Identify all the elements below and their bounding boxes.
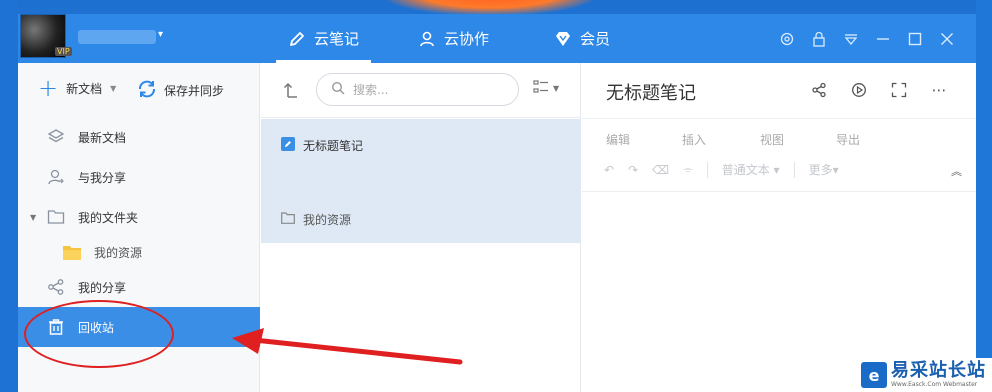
desktop-background-left xyxy=(0,0,18,392)
collapse-toolbar-icon[interactable]: ︽ xyxy=(951,163,962,179)
sidebar-item-my-resources[interactable]: 我的资源 xyxy=(18,232,260,272)
annotation-ellipse xyxy=(24,300,174,368)
sync-icon xyxy=(136,78,158,103)
format-painter-icon[interactable]: ⌯ xyxy=(683,162,693,177)
folder-outline-icon xyxy=(46,207,66,227)
sort-up-icon[interactable] xyxy=(281,80,301,100)
shared-user-icon xyxy=(46,167,66,187)
tab-membership[interactable]: 会员 xyxy=(554,14,610,63)
sidebar-item-shared-with-me[interactable]: 与我分享 xyxy=(18,157,260,197)
pencil-icon xyxy=(288,30,306,48)
lock-icon[interactable] xyxy=(810,30,828,48)
chevron-down-icon[interactable]: ▾ xyxy=(158,29,163,40)
desktop-background-right xyxy=(976,0,992,392)
new-document-label: 新文档 xyxy=(66,81,103,96)
tab-cloud-notes[interactable]: 云笔记 xyxy=(275,14,372,63)
search-box[interactable] xyxy=(316,73,519,106)
divider xyxy=(706,161,708,178)
list-view-icon xyxy=(533,80,549,97)
note-title-heading[interactable]: 无标题笔记 xyxy=(606,79,696,105)
tab-label: 云协作 xyxy=(444,30,490,48)
more-format-button[interactable]: 更多▾ xyxy=(809,161,839,178)
list-item-note[interactable]: 无标题笔记 xyxy=(281,137,363,154)
person-icon xyxy=(418,30,436,48)
divider xyxy=(793,161,795,178)
close-icon[interactable] xyxy=(938,30,956,48)
tab-label: 云笔记 xyxy=(314,30,360,48)
sidebar-item-recent[interactable]: 最新文档 xyxy=(18,117,260,157)
tab-label: 会员 xyxy=(580,30,611,48)
share-icon xyxy=(46,277,66,297)
save-sync-label: 保存并同步 xyxy=(164,84,225,98)
plus-icon: + xyxy=(38,74,59,102)
maximize-icon[interactable] xyxy=(906,30,924,48)
easck-logo-icon: e xyxy=(861,362,887,388)
menu-view[interactable]: 视图 xyxy=(760,131,784,148)
new-document-button[interactable]: + 新文档 ▼ xyxy=(38,74,116,102)
editor-actions: ⋯ xyxy=(810,81,948,99)
folder-title: 我的资源 xyxy=(303,213,352,227)
list-item-folder[interactable]: 我的资源 xyxy=(281,211,351,228)
menu-export[interactable]: 导出 xyxy=(836,131,860,148)
more-format-label: 更多 xyxy=(808,163,833,177)
minimize-icon[interactable] xyxy=(874,30,892,48)
eraser-icon[interactable]: ⌫ xyxy=(652,163,669,177)
diamond-icon xyxy=(554,30,572,48)
watermark-text: 易采站长站 Www.Easck.Com Webmaster xyxy=(891,361,986,389)
dropdown-icon[interactable] xyxy=(842,30,860,48)
save-sync-button[interactable]: 保存并同步 xyxy=(136,78,224,103)
expand-caret-icon[interactable]: ▼ xyxy=(30,213,36,222)
tab-cloud-collab[interactable]: 云协作 xyxy=(418,14,489,63)
more-icon[interactable]: ⋯ xyxy=(930,81,948,99)
vip-badge: VIP xyxy=(55,47,72,56)
list-body-selected: 无标题笔记 我的资源 xyxy=(261,119,581,243)
username-redacted[interactable] xyxy=(78,30,156,44)
note-title: 无标题笔记 xyxy=(303,139,364,153)
sidebar-item-label: 我的分享 xyxy=(78,280,127,295)
text-style-label: 普通文本 xyxy=(721,163,770,177)
sidebar-item-my-folders[interactable]: ▼ 我的文件夹 xyxy=(18,197,260,237)
menu-insert[interactable]: 插入 xyxy=(682,131,706,148)
chevron-down-icon: ▼ xyxy=(553,84,560,93)
undo-icon[interactable]: ↶ xyxy=(604,163,614,177)
settings-icon[interactable] xyxy=(778,30,796,48)
avatar[interactable]: VIP xyxy=(20,14,72,58)
folder-icon xyxy=(281,212,295,227)
annotation-arrow xyxy=(232,328,463,365)
redo-icon[interactable]: ↷ xyxy=(628,163,638,177)
sidebar-item-label: 最新文档 xyxy=(78,130,127,145)
layers-icon xyxy=(46,127,66,147)
editor-menu-bar: 编辑 插入 视图 导出 ↶ ↷ ⌫ ⌯ 普通文本 ▾ 更多▾ ︽ xyxy=(582,118,976,192)
note-icon xyxy=(281,137,295,154)
text-style-select[interactable]: 普通文本 ▾ xyxy=(722,161,780,178)
chevron-down-icon[interactable]: ▼ xyxy=(110,84,116,93)
folder-yellow-icon xyxy=(62,242,82,262)
search-input[interactable] xyxy=(353,82,493,97)
sidebar-item-label: 我的文件夹 xyxy=(78,210,139,225)
play-icon[interactable] xyxy=(850,81,868,99)
sidebar-item-label: 与我分享 xyxy=(78,170,127,185)
watermark-logo: e 易采站长站 Www.Easck.Com Webmaster xyxy=(857,358,992,392)
menu-edit[interactable]: 编辑 xyxy=(606,131,630,148)
editor-pane: 无标题笔记 ⋯ 编辑 插入 视图 导出 ↶ ↷ ⌫ ⌯ 普通文本 ▾ 更多▾ ︽ xyxy=(582,63,976,392)
watermark-main: 易采站长站 xyxy=(891,360,986,381)
title-bar: VIP ▾ 云笔记 云协作 会员 xyxy=(18,14,976,63)
view-mode-toggle[interactable]: ▼ xyxy=(533,80,559,97)
list-toolbar: ▼ xyxy=(261,63,581,118)
format-toolbar: ↶ ↷ ⌫ ⌯ 普通文本 ▾ 更多▾ xyxy=(604,161,839,178)
sidebar-item-my-shares[interactable]: 我的分享 xyxy=(18,267,260,307)
share-icon[interactable] xyxy=(810,81,828,99)
fullscreen-icon[interactable] xyxy=(890,81,908,99)
sidebar-item-label: 我的资源 xyxy=(94,245,143,260)
watermark-sub: Www.Easck.Com Webmaster xyxy=(891,381,978,388)
search-icon xyxy=(331,81,345,98)
